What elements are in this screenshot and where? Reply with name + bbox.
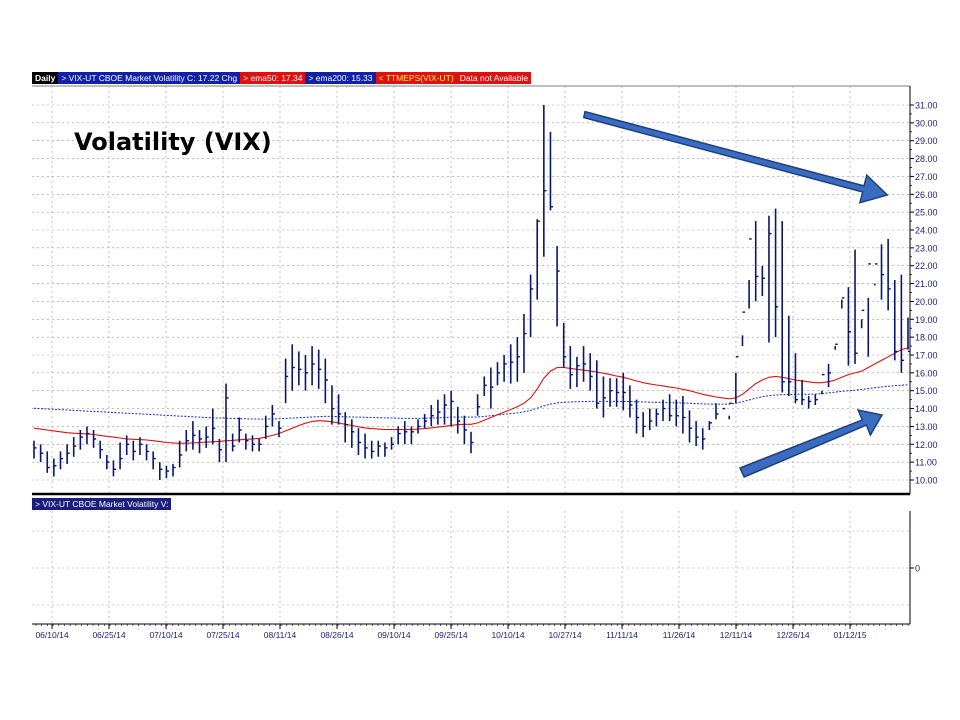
x-tick-label: 12/11/14 bbox=[720, 630, 753, 640]
lower-panel-grid: 0 bbox=[32, 511, 920, 625]
y-tick-label: 17.00 bbox=[915, 351, 938, 361]
trend-arrows bbox=[582, 110, 889, 478]
x-tick-label: 07/25/14 bbox=[206, 630, 239, 640]
y-tick-label: 23.00 bbox=[915, 243, 938, 253]
y-tick-label: 15.00 bbox=[915, 386, 938, 396]
y-tick-label: 12.00 bbox=[915, 440, 938, 450]
date-axis: 06/10/14 06/25/14 07/10/14 07/25/14 08/11/14… bbox=[35, 624, 909, 640]
y-tick-label: 16.00 bbox=[915, 368, 938, 378]
symbol-legend: > VIX-UT CBOE Market Volatility C: 17.22… bbox=[58, 72, 241, 84]
ema50-line-group bbox=[33, 347, 909, 444]
x-tick-label: 06/25/14 bbox=[92, 630, 125, 640]
y-tick-label: 24.00 bbox=[915, 226, 938, 236]
y-tick-label: 26.00 bbox=[915, 190, 938, 200]
x-tick-label: 12/26/14 bbox=[776, 630, 809, 640]
ema200-line bbox=[33, 384, 909, 420]
y-tick-label: 21.00 bbox=[915, 279, 938, 289]
x-tick-label: 11/26/14 bbox=[663, 630, 696, 640]
x-tick-label: 08/11/14 bbox=[264, 630, 297, 640]
x-tick-label: 07/10/14 bbox=[149, 630, 182, 640]
y-tick-label: 10.00 bbox=[915, 476, 938, 486]
lower-panel-legend: > VIX-UT CBOE Market Volatility V: bbox=[32, 498, 172, 510]
y-tick-label: 29.00 bbox=[915, 136, 938, 146]
y-tick-label: 19.00 bbox=[915, 315, 938, 325]
y-tick-label: 11.00 bbox=[915, 458, 937, 468]
y-tick-label: 25.00 bbox=[915, 208, 938, 218]
y-tick-label: 18.00 bbox=[915, 333, 938, 343]
vix-chart: 0 10.00 11.00 12.00 13.00 14.00 15.00 16.00 17.… bbox=[32, 85, 938, 640]
ema50-legend: > ema50: 17.34 bbox=[240, 72, 306, 84]
down-trend-arrow bbox=[582, 110, 889, 204]
x-tick-label: 06/10/14 bbox=[35, 630, 68, 640]
x-tick-label: 09/10/14 bbox=[377, 630, 410, 640]
x-tick-label: 10/10/14 bbox=[491, 630, 524, 640]
chart-legend: Daily > VIX-UT CBOE Market Volatility C:… bbox=[32, 72, 532, 84]
y-tick-label: 31.00 bbox=[915, 101, 938, 111]
ema50-line bbox=[33, 347, 909, 444]
y-tick-label: 13.00 bbox=[915, 422, 938, 432]
lower-tick-label: 0 bbox=[915, 564, 920, 574]
period-label[interactable]: Daily bbox=[32, 72, 59, 84]
y-tick-label: 30.00 bbox=[915, 118, 938, 128]
y-tick-label: 27.00 bbox=[915, 172, 938, 182]
data-not-available-label: Data not Available bbox=[456, 72, 532, 84]
x-tick-label: 10/27/14 bbox=[548, 630, 581, 640]
up-trend-arrow bbox=[738, 408, 884, 478]
y-tick-label: 22.00 bbox=[915, 261, 938, 271]
y-tick-label: 14.00 bbox=[915, 404, 938, 414]
y-tick-label: 28.00 bbox=[915, 154, 938, 164]
x-tick-label: 09/25/14 bbox=[434, 630, 467, 640]
x-tick-label: 01/12/15 bbox=[833, 630, 866, 640]
ema200-line-group bbox=[33, 384, 909, 420]
x-tick-label: 11/11/14 bbox=[606, 630, 638, 640]
chart-title: Volatility (VIX) bbox=[74, 128, 272, 156]
ttmeps-legend: < TTMEPS(VIX-UT) bbox=[375, 72, 457, 84]
x-tick-label: 08/26/14 bbox=[320, 630, 353, 640]
y-tick-label: 20.00 bbox=[915, 297, 938, 307]
price-axis: 10.00 11.00 12.00 13.00 14.00 15.00 16.00 17.00… bbox=[910, 101, 938, 486]
ema200-legend: > ema200: 15.33 bbox=[305, 72, 376, 84]
